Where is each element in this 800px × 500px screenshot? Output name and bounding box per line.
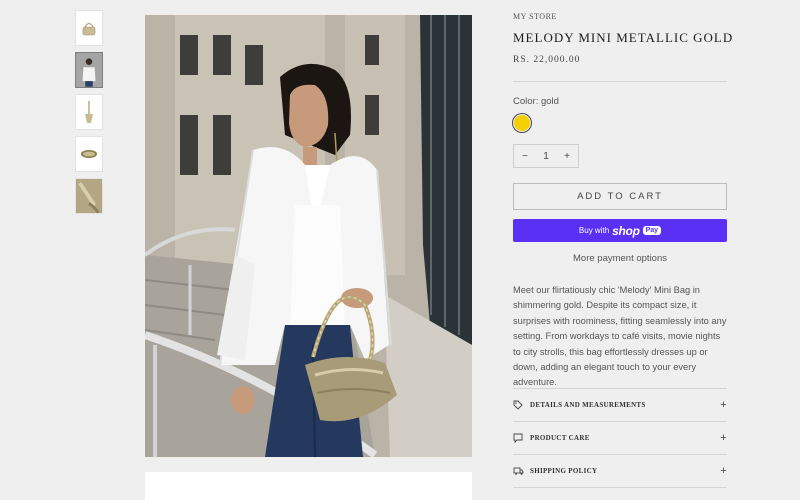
thumbnail-model[interactable] bbox=[75, 52, 103, 88]
quantity-minus-button[interactable]: − bbox=[522, 151, 528, 162]
product-description: Meet our flirtatiously chic 'Melody' Min… bbox=[513, 285, 727, 388]
divider bbox=[513, 487, 727, 488]
tag-icon bbox=[513, 399, 524, 410]
thumbnail-list bbox=[75, 10, 103, 220]
strap-thumbnail-image bbox=[85, 101, 93, 123]
accordion-shipping-policy-label: SHIPPING POLICY bbox=[530, 466, 598, 475]
thumbnail-bag-top[interactable] bbox=[75, 136, 103, 172]
add-to-cart-button[interactable]: ADD TO CART bbox=[513, 183, 727, 210]
plus-icon[interactable]: + bbox=[720, 465, 727, 477]
main-product-image bbox=[145, 15, 472, 457]
shop-logo: shop bbox=[612, 223, 640, 238]
thumbnail-strap[interactable] bbox=[75, 94, 103, 130]
plus-icon[interactable]: + bbox=[720, 432, 727, 444]
product-title: MELODY MINI METALLIC GOLD bbox=[513, 30, 734, 45]
chat-icon bbox=[513, 432, 524, 443]
truck-icon bbox=[513, 465, 524, 476]
quantity-value[interactable]: 1 bbox=[543, 151, 549, 162]
model-thumbnail-image bbox=[76, 53, 102, 87]
quantity-stepper: − 1 + bbox=[513, 144, 579, 168]
store-name[interactable]: MY STORE bbox=[513, 12, 557, 21]
detail-thumbnail-image bbox=[76, 179, 102, 213]
buy-with-shop-pay-button[interactable]: Buy with shop Pay bbox=[513, 219, 727, 242]
accordion-product-care[interactable]: PRODUCT CARE + bbox=[513, 421, 727, 454]
next-product-image bbox=[145, 472, 472, 500]
thumbnail-detail[interactable] bbox=[75, 178, 103, 214]
thumbnail-bag[interactable] bbox=[75, 10, 103, 46]
plus-icon[interactable]: + bbox=[720, 399, 727, 411]
color-label: Color: gold bbox=[513, 96, 559, 107]
bag-thumbnail-image bbox=[82, 22, 96, 36]
divider bbox=[513, 81, 727, 82]
accordion-shipping-policy[interactable]: SHIPPING POLICY + bbox=[513, 454, 727, 487]
bag-top-thumbnail-image bbox=[81, 150, 97, 158]
color-swatch-gold[interactable] bbox=[514, 115, 530, 131]
accordion-product-care-label: PRODUCT CARE bbox=[530, 433, 590, 442]
product-price: RS. 22,000.00 bbox=[513, 55, 581, 65]
model-with-bag-photo bbox=[145, 15, 472, 457]
accordion-details[interactable]: DETAILS AND MEASUREMENTS + bbox=[513, 388, 727, 421]
pay-badge: Pay bbox=[642, 226, 662, 235]
buy-with-label: Buy with bbox=[578, 226, 610, 235]
quantity-plus-button[interactable]: + bbox=[564, 151, 570, 162]
accordion-details-label: DETAILS AND MEASUREMENTS bbox=[530, 400, 646, 409]
more-payment-options-link[interactable]: More payment options bbox=[513, 253, 727, 264]
